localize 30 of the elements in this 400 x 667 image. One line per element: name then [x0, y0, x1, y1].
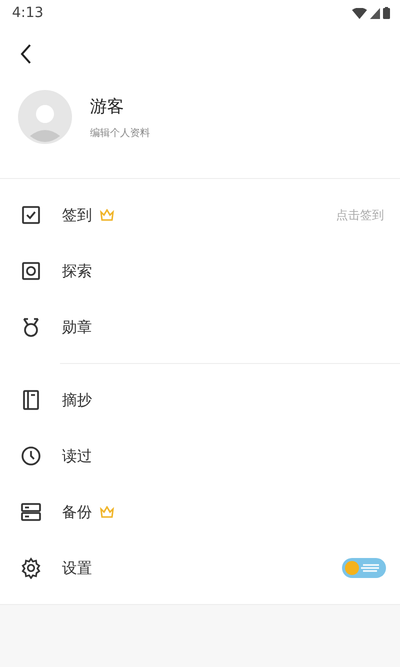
- calendar-check-icon: [20, 204, 42, 226]
- menu-item[interactable]: 摘抄: [0, 372, 400, 428]
- menu-item[interactable]: 读过: [0, 428, 400, 484]
- menu-item[interactable]: 设置: [0, 540, 400, 596]
- menu-label: 勋章: [62, 318, 92, 336]
- clock-icon: [20, 445, 42, 467]
- edit-profile-link[interactable]: 编辑个人资料: [90, 126, 150, 140]
- circle-in-square-icon: [20, 260, 42, 282]
- status-time: 4:13: [12, 5, 44, 21]
- menu-item[interactable]: 签到 点击签到: [0, 187, 400, 243]
- lines-icon: [361, 563, 381, 573]
- notebook-icon: [20, 389, 42, 411]
- menu-label: 探索: [62, 262, 92, 280]
- menu-label: 摘抄: [62, 390, 92, 410]
- menu-item[interactable]: 勋章: [0, 299, 400, 355]
- menu-label: 设置: [62, 558, 92, 578]
- theme-toggle[interactable]: [342, 558, 386, 578]
- back-icon: [20, 44, 32, 64]
- battery-icon: [383, 7, 390, 19]
- menu-label: 备份: [62, 502, 92, 522]
- signal-icon: [370, 8, 380, 18]
- server-icon: [20, 501, 42, 523]
- wifi-icon: [352, 8, 367, 18]
- menu-item[interactable]: 探索: [0, 243, 400, 299]
- menu-label: 读过: [62, 446, 92, 466]
- menu-item[interactable]: 备份: [0, 484, 400, 540]
- user-name: 游客: [90, 96, 125, 118]
- avatar[interactable]: [18, 90, 72, 144]
- menu-label: 签到: [62, 206, 92, 224]
- settings-icon: [20, 557, 42, 579]
